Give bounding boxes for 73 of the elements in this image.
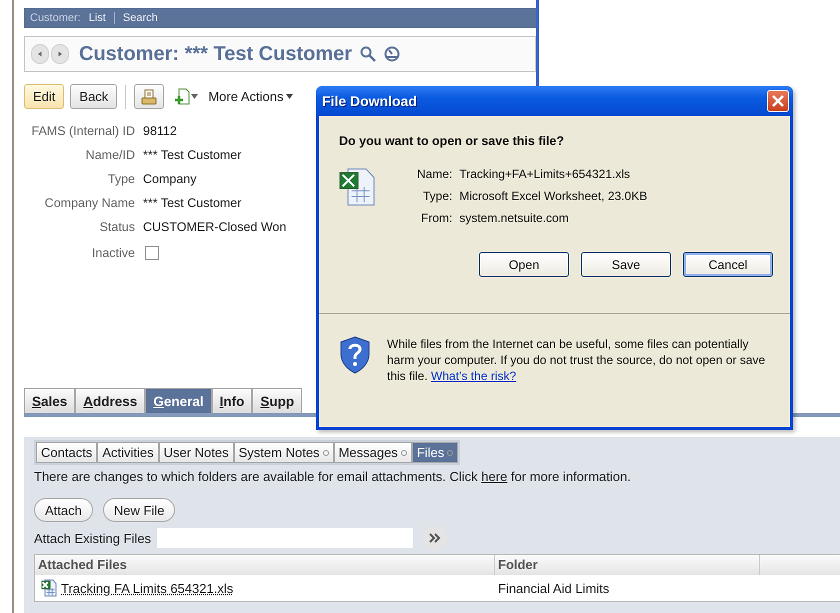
detail-label: From: [420,211,452,225]
warning-text: While files from the Internet can be useful, some files can potentially harm your computer. If you do not trust the source, do not open or save this file. What’s the risk? [387,336,766,384]
new-file-button[interactable]: New File [102,498,176,522]
tab[interactable]: Sales [24,388,76,413]
field-value: CUSTOMER-Closed Won [143,219,286,235]
file-link[interactable]: Tracking FA Limits 654321.xls [61,580,234,596]
subtab[interactable]: Activities [97,442,159,463]
next-button[interactable] [51,44,69,64]
detail-value: Microsoft Excel Worksheet, 23.0KB [459,189,648,203]
edit-button[interactable]: Edit [24,84,64,109]
gauge-icon[interactable] [384,46,400,62]
detail-label: Name: [417,167,452,181]
right-arrow-icon [58,49,62,59]
detail-label: Type: [422,189,452,203]
tab[interactable]: General [145,388,212,413]
tab[interactable]: Supp [252,388,302,413]
dialog-question: Do you want to open or save this file? [339,134,566,148]
file-search-field[interactable] [157,528,414,548]
field-label: Attach Existing Files [34,530,152,546]
notice-text: There are changes to which folders are available for email attachments. Click here for more information. [34,469,632,484]
section-label: Customer: [30,12,81,24]
attach-button[interactable]: Attach [34,498,93,522]
save-button[interactable]: Save [581,252,671,277]
subtab[interactable]: Messages [334,442,412,463]
field-label: Inactive [90,245,135,261]
add-document-icon [174,88,190,106]
nav-link[interactable]: Search [114,12,166,24]
dialog-title: File Download [322,93,417,109]
field-value: 98112 [143,123,177,139]
subtab[interactable]: System Notes [234,442,334,463]
print-button[interactable] [134,84,164,109]
tab[interactable]: Address [75,388,146,413]
field-value: Company [143,171,196,187]
printer-icon [141,88,158,104]
field-value: *** Test Customer [143,195,242,211]
more-actions-menu[interactable]: More Actions [208,89,294,104]
indicator-icon [322,450,329,456]
nav-link[interactable]: List [80,12,114,24]
indicator-icon [400,450,407,456]
spreadsheet-file-icon [41,579,57,597]
close-icon [772,95,784,107]
close-button[interactable] [767,90,789,112]
indicator-icon [447,450,454,456]
caret-icon [191,94,198,99]
tab[interactable]: Info [212,388,252,413]
record-title: Customer: *** Test Customer [79,42,352,66]
field-label: Name/ID [84,147,135,163]
search-icon[interactable] [360,46,376,62]
shield-question-icon [339,336,371,374]
field-label: Status [98,219,135,235]
cancel-button[interactable]: Cancel [683,252,773,277]
subtab[interactable]: User Notes [158,442,234,463]
field-label: Company Name [44,195,135,211]
table-cell-text: Financial Aid Limits [497,580,610,596]
detail-value: system.netsuite.com [459,211,570,225]
subtab[interactable]: Files [412,442,458,463]
back-button[interactable]: Back [70,84,118,109]
field-value: *** Test Customer [143,147,242,163]
previous-button[interactable] [31,44,49,64]
caret-icon [286,94,294,99]
help-link[interactable]: here [481,469,508,484]
detail-value: Tracking+FA+Limits+654321.xls [459,167,631,181]
spreadsheet-file-icon [339,168,375,206]
field-label: FAMS (Internal) ID [30,123,135,139]
risk-link[interactable]: What’s the risk? [431,369,516,383]
open-button[interactable]: Open [479,252,569,277]
left-arrow-icon [38,49,42,59]
double-chevron-icon [429,533,442,543]
column-header: Attached Files [35,555,495,575]
field-label: Type [106,171,135,187]
go-button[interactable] [423,526,448,550]
subtab[interactable]: Contacts [36,442,98,463]
column-header: Folder [495,555,760,575]
